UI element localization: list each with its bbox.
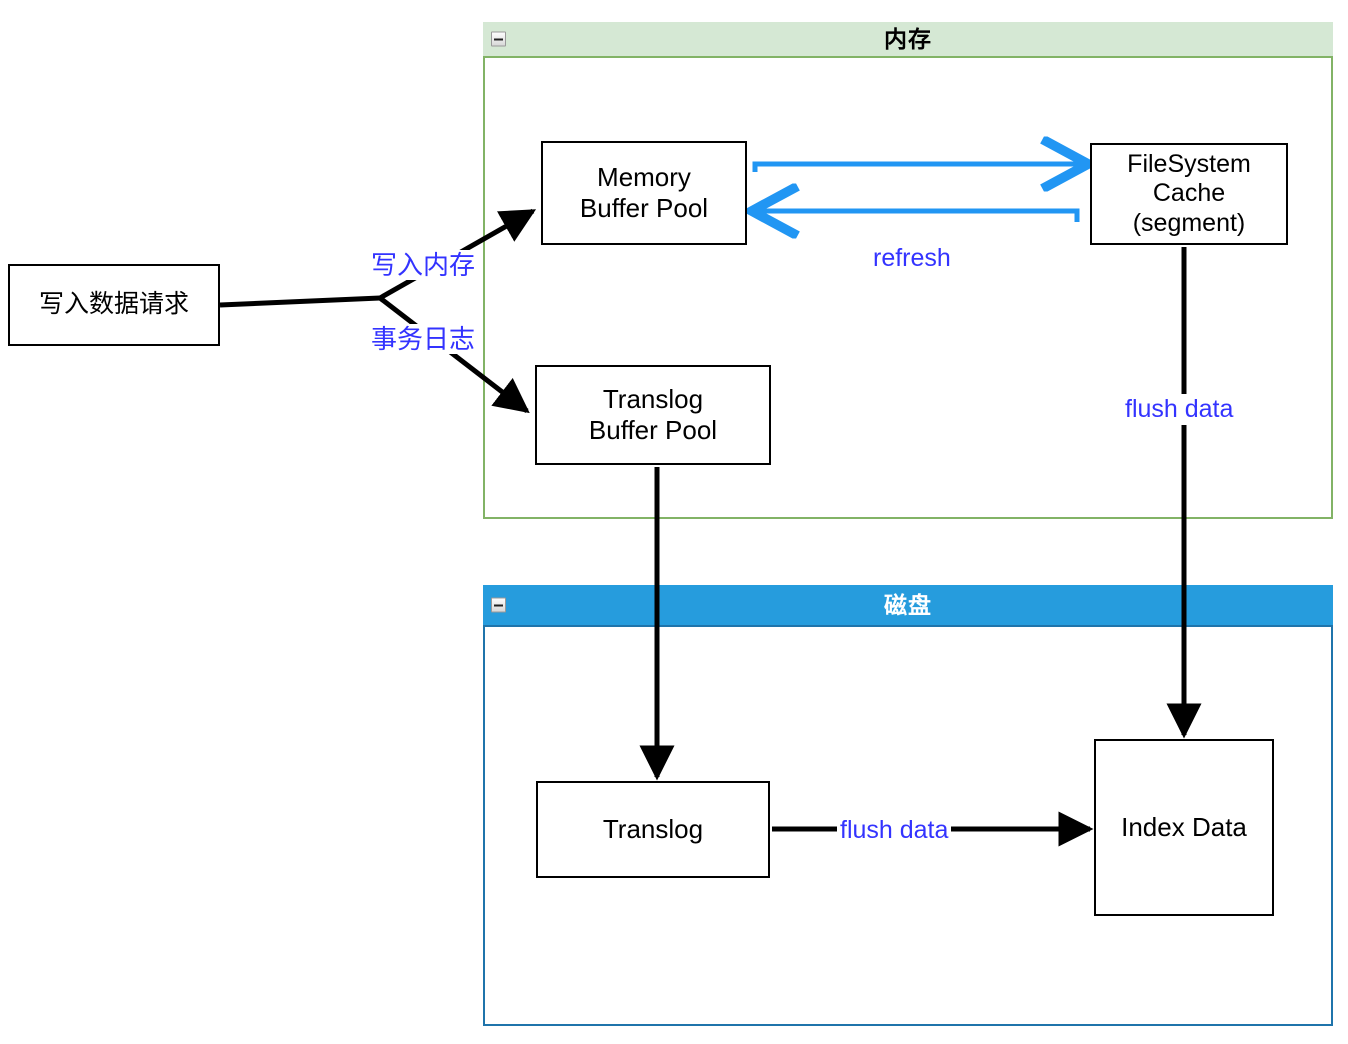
edge-label-flush-data-segment: flush data <box>1122 394 1237 425</box>
collapse-minus-icon[interactable] <box>491 31 506 47</box>
collapse-minus-icon[interactable] <box>491 597 506 613</box>
container-memory-header: 内存 <box>483 22 1333 58</box>
box-memory-buffer-pool[interactable]: Memory Buffer Pool <box>541 141 747 245</box>
edge-label-refresh: refresh <box>869 245 955 272</box>
edge-label-transaction-log: 事务日志 <box>370 324 477 354</box>
diagram-canvas: 内存 磁盘 写入数据请求 Memory Buffer Pool FileSyst… <box>0 0 1348 1044</box>
edge-write-request-to-fork <box>219 295 381 308</box>
box-index-data[interactable]: Index Data <box>1094 739 1274 916</box>
container-disk-title: 磁盘 <box>884 591 932 618</box>
box-filesystem-cache-segment[interactable]: FileSystem Cache (segment) <box>1090 143 1288 245</box>
box-translog-buffer-pool[interactable]: Translog Buffer Pool <box>535 365 771 465</box>
box-translog[interactable]: Translog <box>536 781 770 878</box>
edge-label-flush-data-translog: flush data <box>837 815 952 846</box>
box-write-data-request[interactable]: 写入数据请求 <box>8 264 220 346</box>
container-memory-title: 内存 <box>884 25 932 52</box>
edge-label-write-to-memory: 写入内存 <box>370 250 477 280</box>
container-disk-header: 磁盘 <box>483 585 1333 627</box>
